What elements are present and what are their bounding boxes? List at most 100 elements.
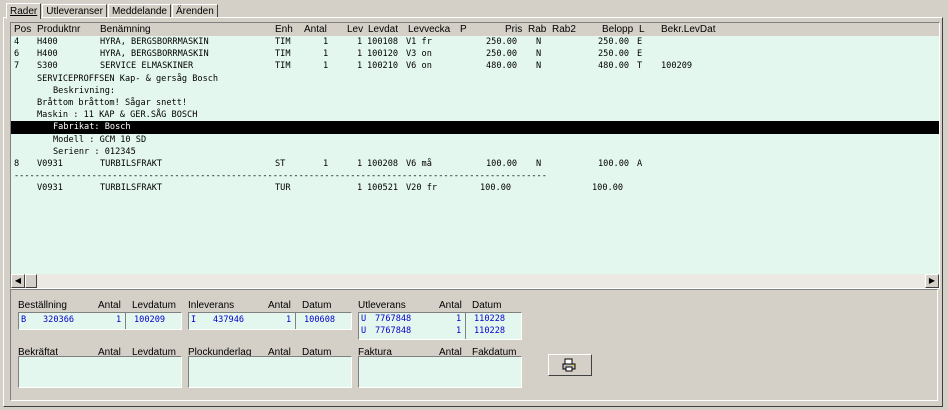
faktura-box[interactable] — [358, 356, 522, 388]
cell-produktnr: S300 — [37, 61, 58, 72]
printer-icon — [562, 358, 576, 372]
cell-pris: 100.00 — [480, 183, 512, 194]
col-benamning[interactable]: Benämning — [100, 24, 151, 35]
tab-rader[interactable]: Rader — [6, 3, 42, 19]
bestallning-label: Beställning — [18, 300, 67, 311]
cell-levdat: 100108 — [367, 37, 399, 47]
inleverans-number: 437946 — [213, 315, 245, 325]
bestallning-levdatum-label: Levdatum — [132, 300, 176, 311]
inleverans-box[interactable]: I 437946 1 100608 — [188, 312, 352, 330]
inleverans-type: I — [191, 315, 197, 325]
bestallning-box[interactable]: B 320366 1 100209 — [18, 312, 182, 330]
cell-pos: 7 — [14, 61, 20, 72]
cell-rab: N — [536, 158, 542, 169]
cell-bekr-levdat: 100209 — [661, 61, 693, 72]
inleverans-antal-label: Antal — [268, 300, 291, 311]
order-rows-grid[interactable]: Pos Produktnr Benämning Enh Antal Lev Le… — [10, 22, 940, 289]
cell-levvecka: V3 on — [406, 49, 432, 60]
cell-enh: TIM — [275, 49, 291, 60]
inleverans-datum: 100608 — [304, 315, 336, 325]
col-pris[interactable]: Pris — [505, 24, 522, 35]
col-rab2[interactable]: Rab2 — [552, 24, 576, 35]
table-row[interactable]: Beskrivning: — [11, 85, 939, 97]
cell-text: SERVICEPROFFSEN Kap- & gersåg Bosch — [37, 73, 219, 84]
table-row[interactable]: 7 S300 SERVICE ELMASKINER TIM 1 1 100210… — [11, 60, 939, 72]
cell-antal: 1 — [323, 158, 329, 169]
col-levvecka[interactable]: Levvecka — [408, 24, 450, 35]
col-belopp[interactable]: Belopp — [602, 24, 633, 35]
cell-pris: 250.00 — [486, 49, 518, 60]
bestallning-levdatum: 100209 — [134, 315, 166, 325]
utleverans-antal-label: Antal — [439, 300, 462, 311]
arrow-right-icon[interactable]: ▶ — [925, 274, 939, 288]
table-row[interactable]: 6 H400 HYRA, BERGSBORRMASKIN TIM 1 1 100… — [11, 48, 939, 60]
table-row[interactable]: 8 V0931 TURBILSFRAKT ST 1 1 100208 V6 må… — [11, 158, 939, 170]
col-antal[interactable]: Antal — [304, 24, 327, 35]
cell-pris: 250.00 — [486, 37, 518, 47]
col-enh[interactable]: Enh — [275, 24, 293, 35]
col-rab[interactable]: Rab — [528, 24, 546, 35]
col-lev[interactable]: Lev — [347, 24, 363, 35]
cell-lev: 1 — [357, 61, 363, 72]
cell-antal: 1 — [323, 49, 329, 60]
col-levdat[interactable]: Levdat — [368, 24, 398, 35]
utleverans-antal: 1 — [456, 314, 462, 324]
action-button[interactable] — [548, 354, 592, 376]
inleverans-antal: 1 — [286, 315, 292, 325]
table-row[interactable]: Modell : GCM 10 SD — [11, 134, 939, 146]
cell-levvecka: V1 fr — [406, 37, 432, 47]
cell-pris: 100.00 — [486, 158, 518, 169]
bestallning-antal-label: Antal — [98, 300, 121, 311]
cell-lev: 1 — [357, 183, 363, 194]
utleverans-type: U — [361, 326, 367, 336]
arrow-left-icon[interactable]: ◀ — [11, 274, 25, 288]
utleverans-box[interactable]: U 7767848 1 110228 U 7767848 1 110228 — [358, 312, 522, 340]
table-row-selected[interactable]: Fabrikat: Bosch — [11, 121, 939, 134]
col-p[interactable]: P — [460, 24, 467, 35]
cell-pris: 480.00 — [486, 61, 518, 72]
cell-enh: TIM — [275, 37, 291, 47]
table-row[interactable]: V0931 TURBILSFRAKT TUR 1 100521 V20 fr 1… — [11, 182, 939, 194]
cell-benamning: SERVICE ELMASKINER — [100, 61, 194, 72]
dash-line: ----------------------------------------… — [14, 171, 547, 182]
tab-meddelande[interactable]: Meddelande — [107, 4, 171, 18]
inleverans-label: Inleverans — [188, 300, 235, 311]
cell-rab: N — [536, 37, 542, 47]
utleverans-type: U — [361, 314, 367, 324]
tab-arenden[interactable]: Ärenden — [172, 4, 218, 18]
cell-pos: 8 — [14, 158, 20, 169]
plockunderlag-box[interactable] — [188, 356, 352, 388]
col-pos[interactable]: Pos — [14, 24, 31, 35]
cell-produktnr: V0931 — [37, 158, 63, 169]
table-row[interactable]: 4 H400 HYRA, BERGSBORRMASKIN TIM 1 1 100… — [11, 36, 939, 48]
cell-belopp: 250.00 — [598, 49, 630, 60]
table-row[interactable]: Serienr : 012345 — [11, 146, 939, 158]
cell-lev: 1 — [357, 49, 363, 60]
bestallning-antal: 1 — [116, 315, 122, 325]
cell-benamning: TURBILSFRAKT — [100, 183, 163, 194]
cell-levdat: 100521 — [367, 183, 399, 194]
cell-produktnr: H400 — [37, 49, 58, 60]
cell-text: Fabrikat: Bosch — [53, 122, 131, 133]
col-bekr-levdat[interactable]: Bekr.LevDat — [661, 24, 715, 35]
col-l[interactable]: L — [639, 24, 645, 35]
cell-benamning: HYRA, BERGSBORRMASKIN — [100, 49, 209, 60]
bekraftat-box[interactable] — [18, 356, 182, 388]
cell-l: A — [637, 158, 643, 169]
tab-utleveranser[interactable]: Utleveranser — [42, 4, 107, 18]
horizontal-scrollbar[interactable]: ◀ ▶ — [11, 274, 939, 288]
scroll-thumb[interactable] — [25, 274, 37, 288]
cell-rab: N — [536, 61, 542, 72]
separator-row: ----------------------------------------… — [11, 170, 939, 182]
cell-levvecka: V20 fr — [406, 183, 438, 194]
table-row[interactable]: SERVICEPROFFSEN Kap- & gersåg Bosch — [11, 73, 939, 85]
cell-enh: TUR — [275, 183, 291, 194]
table-row[interactable]: Bråttom bråttom! Sågar snett! — [11, 97, 939, 109]
col-produktnr[interactable]: Produktnr — [37, 24, 80, 35]
utleverans-datum: 110228 — [474, 314, 506, 324]
cell-text: Modell : GCM 10 SD — [53, 134, 147, 145]
cell-belopp: 250.00 — [598, 37, 630, 47]
cell-levdat: 100120 — [367, 49, 399, 60]
table-row[interactable]: Maskin : 11 KAP & GER.SÅG BOSCH — [11, 109, 939, 121]
cell-belopp: 100.00 — [592, 183, 624, 194]
